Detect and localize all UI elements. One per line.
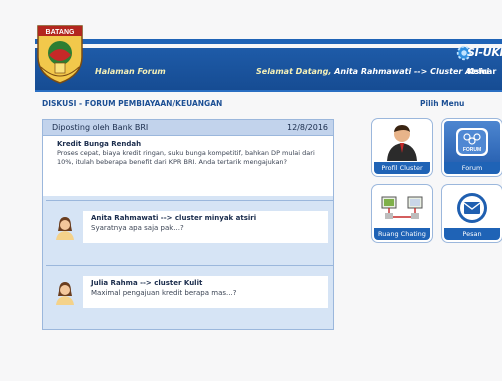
page-title: Halaman Forum	[95, 67, 166, 76]
header-top-strip	[35, 39, 502, 44]
forum-icon: FORUM	[456, 128, 488, 156]
comment-item: Julia Rahma --> cluster Kulit Maximal pe…	[46, 265, 334, 319]
post-title: Kredit Bunga Rendah	[57, 140, 142, 148]
menu-forum[interactable]: FORUM Forum	[442, 119, 502, 176]
comment-text: Syaratnya apa saja pak...?	[91, 224, 184, 232]
forum-panel: Diposting oleh Bank BRI 12/8/2016 Kredit…	[42, 119, 334, 330]
comment-card: Anita Rahmawati --> cluster minyak atsir…	[83, 211, 328, 243]
brand-name: SI-UKM	[467, 46, 502, 59]
chat-icon	[381, 196, 423, 219]
post-body: Kredit Bunga Rendah Proses cepat, biaya …	[43, 136, 333, 196]
menu-profil-cluster[interactable]: Profil Cluster	[372, 119, 432, 176]
batang-logo-icon: BATANG	[37, 25, 83, 84]
mail-icon	[457, 193, 487, 223]
menu-label: Forum	[444, 162, 500, 174]
menu-label: Ruang Chating	[374, 228, 430, 240]
post-author: Diposting oleh Bank BRI	[52, 123, 149, 132]
comment-text: Maximal pengajuan kredit berapa mas...?	[91, 289, 237, 297]
logout-link[interactable]: Keluar	[467, 67, 496, 76]
avatar-woman-icon	[56, 217, 74, 240]
svg-text:FORUM: FORUM	[463, 147, 481, 153]
menu-label: Profil Cluster	[374, 162, 430, 174]
welcome-user: Anita Rahmawati --> Cluster Atsiri	[334, 67, 489, 76]
brand-logo: SI-UKM	[455, 43, 502, 63]
post-header: Diposting oleh Bank BRI 12/8/2016	[43, 120, 333, 136]
post-text: Proses cepat, biaya kredit ringan, suku …	[57, 149, 315, 166]
avatar-woman-icon	[56, 282, 74, 305]
app-window: BATANG Halaman Forum Selamat Datang, Ani…	[0, 0, 502, 381]
comment-author: Anita Rahmawati --> cluster minyak atsir…	[91, 214, 257, 222]
logo-text: BATANG	[46, 29, 75, 36]
person-icon	[387, 125, 417, 161]
menu-ruang-chating[interactable]: Ruang Chating	[372, 185, 432, 242]
menu-label: Pesan	[444, 228, 500, 240]
comment-card: Julia Rahma --> cluster Kulit Maximal pe…	[83, 276, 328, 308]
welcome-text: Selamat Datang, Anita Rahmawati --> Clus…	[256, 67, 489, 76]
welcome-prefix: Selamat Datang,	[256, 67, 332, 76]
comment-item: Anita Rahmawati --> cluster minyak atsir…	[46, 200, 334, 254]
menu-title: Pilih Menu	[420, 99, 465, 108]
post-date: 12/8/2016	[287, 123, 329, 132]
header-divider	[35, 90, 502, 92]
comment-author: Julia Rahma --> cluster Kulit	[91, 279, 203, 287]
section-title: DISKUSI - FORUM PEMBIAYAAN/KEUANGAN	[42, 99, 223, 108]
menu-pesan[interactable]: Pesan	[442, 185, 502, 242]
